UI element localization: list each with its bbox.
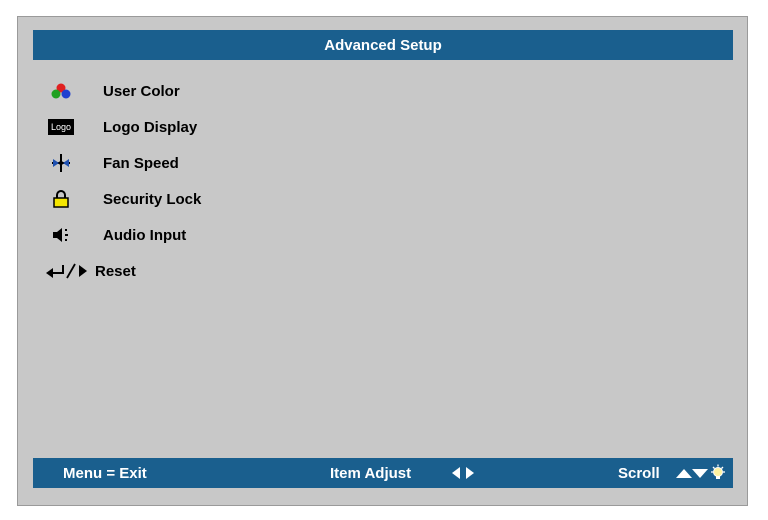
- enter-right-icon: [45, 259, 89, 283]
- menu-item-label: Logo Display: [103, 118, 198, 136]
- osd-window: Advanced Setup User Color Logo Logo Disp…: [17, 16, 748, 506]
- menu-item-security-lock[interactable]: Security Lock: [33, 181, 733, 217]
- logo-icon: Logo: [33, 115, 89, 139]
- up-down-arrows-icon: [675, 458, 709, 488]
- footer-bar: Menu = Exit Item Adjust Scroll: [33, 458, 733, 488]
- advanced-setup-menu: User Color Logo Logo Display Fan Speed S…: [33, 73, 733, 289]
- menu-item-label: Reset: [95, 262, 136, 280]
- page-title: Advanced Setup: [33, 30, 733, 60]
- menu-item-fan-speed[interactable]: Fan Speed: [33, 145, 733, 181]
- menu-item-audio-input[interactable]: Audio Input: [33, 217, 733, 253]
- padlock-icon: [33, 187, 89, 211]
- scroll-hint: Scroll: [618, 464, 660, 482]
- menu-item-label: Fan Speed: [103, 154, 179, 172]
- item-adjust-hint: Item Adjust: [330, 464, 412, 482]
- menu-item-user-color[interactable]: User Color: [33, 73, 733, 109]
- rgb-dots-icon: [33, 79, 89, 103]
- logo-icon-text: Logo: [47, 119, 75, 135]
- menu-item-label: User Color: [103, 82, 180, 100]
- menu-exit-hint: Menu = Exit: [63, 464, 147, 482]
- speaker-icon: [33, 223, 89, 247]
- menu-item-logo-display[interactable]: Logo Logo Display: [33, 109, 733, 145]
- menu-item-reset[interactable]: Reset: [33, 253, 733, 289]
- menu-item-label: Security Lock: [103, 190, 202, 208]
- lightbulb-icon: [710, 458, 726, 488]
- left-right-arrows-icon: [451, 458, 475, 488]
- menu-item-label: Audio Input: [103, 226, 187, 244]
- fan-icon: [33, 151, 89, 175]
